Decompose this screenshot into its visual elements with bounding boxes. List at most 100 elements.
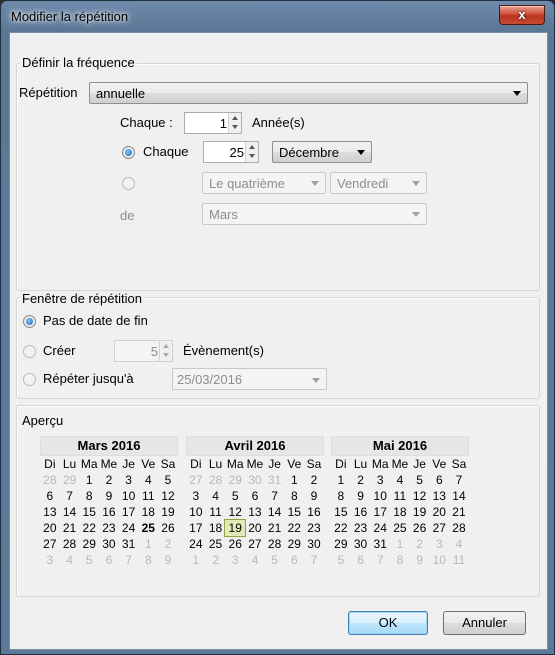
title-bar[interactable]: Modifier la répétition x [1,1,554,33]
calendar-day[interactable]: 6 [40,488,60,504]
calendar-day[interactable]: 30 [245,472,265,488]
calendar-day[interactable]: 21 [265,520,285,536]
stepper-buttons[interactable] [245,142,258,162]
calendar-day[interactable]: 15 [331,504,351,520]
calendar-day[interactable]: 7 [304,552,324,568]
calendar-day[interactable]: 19 [224,519,247,537]
calendar-day[interactable]: 6 [429,472,449,488]
calendar-day[interactable]: 5 [158,472,178,488]
calendar-day[interactable]: 4 [245,552,265,568]
calendar-day[interactable]: 20 [245,520,265,536]
calendar-day[interactable]: 26 [158,520,178,536]
calendar-day[interactable]: 12 [158,488,178,504]
calendar-day[interactable]: 13 [245,504,265,520]
calendar-day[interactable]: 16 [351,504,371,520]
cancel-button[interactable]: Annuler [443,611,526,635]
calendar-day[interactable]: 7 [60,488,80,504]
calendar-day[interactable]: 1 [79,472,99,488]
calendar-day[interactable]: 15 [79,504,99,520]
close-button[interactable]: x [499,5,545,25]
calendar-day[interactable]: 25 [206,536,226,552]
calendar-day[interactable]: 27 [40,536,60,552]
calendar-day[interactable]: 31 [265,472,285,488]
calendar-day[interactable]: 3 [225,552,245,568]
calendar-day[interactable]: 30 [99,536,119,552]
calendar-day[interactable]: 18 [390,504,410,520]
calendar-day[interactable]: 8 [79,488,99,504]
calendar-day[interactable]: 15 [284,504,304,520]
calendar-day[interactable]: 16 [99,504,119,520]
ok-button[interactable]: OK [348,611,428,635]
calendar-day[interactable]: 11 [138,488,158,504]
calendar-day[interactable]: 4 [449,536,469,552]
calendar-day[interactable]: 2 [158,536,178,552]
calendar-day[interactable]: 2 [99,472,119,488]
calendar-day[interactable]: 19 [158,504,178,520]
calendar-day[interactable]: 30 [351,536,371,552]
calendar-day[interactable]: 17 [119,504,139,520]
calendar-day[interactable]: 10 [429,552,449,568]
calendar-day[interactable]: 2 [206,552,226,568]
calendar-day[interactable]: 10 [119,488,139,504]
calendar-day[interactable]: 24 [119,520,139,536]
calendar-day[interactable]: 21 [449,504,469,520]
calendar-day[interactable]: 9 [99,488,119,504]
calendar-day[interactable]: 1 [331,472,351,488]
calendar-day[interactable]: 7 [119,552,139,568]
calendar-day[interactable]: 28 [265,536,285,552]
calendar-day[interactable]: 29 [331,536,351,552]
calendar-day[interactable]: 3 [40,552,60,568]
calendar-day[interactable]: 9 [351,488,371,504]
month-select[interactable]: Décembre [272,141,372,163]
calendar-day[interactable]: 7 [449,472,469,488]
radio-no-end-date[interactable] [23,315,36,328]
radio-repeat-until-label[interactable]: Répéter jusqu'à [43,371,134,386]
calendar-day[interactable]: 2 [304,472,324,488]
stepper-buttons[interactable] [159,341,172,361]
calendar-day[interactable]: 20 [429,504,449,520]
calendar-day[interactable]: 16 [304,504,324,520]
calendar-day[interactable]: 28 [60,536,80,552]
weekday-select[interactable]: Vendredi [330,172,427,194]
calendar-day[interactable]: 17 [370,504,390,520]
calendar-day[interactable]: 4 [138,472,158,488]
day-stepper[interactable]: 25 [203,141,259,163]
calendar-day[interactable]: 22 [284,520,304,536]
radio-create[interactable] [23,345,36,358]
radio-create-label[interactable]: Créer [43,343,76,358]
calendar-day[interactable]: 26 [410,520,430,536]
radio-repeat-until[interactable] [23,373,36,386]
repetition-select[interactable]: annuelle [89,82,528,104]
calendar-day[interactable]: 23 [304,520,324,536]
calendar-day[interactable]: 5 [79,552,99,568]
calendar-day[interactable]: 14 [449,488,469,504]
calendar-day[interactable]: 29 [79,536,99,552]
of-month-select[interactable]: Mars [202,203,427,225]
calendar-day[interactable]: 25 [390,520,410,536]
calendar-day[interactable]: 25 [138,520,158,536]
calendar-day[interactable]: 9 [158,552,178,568]
calendar-day[interactable]: 23 [99,520,119,536]
calendar-day[interactable]: 18 [138,504,158,520]
calendar-day[interactable]: 14 [265,504,285,520]
calendar-day[interactable]: 31 [370,536,390,552]
calendar-day[interactable]: 7 [370,552,390,568]
calendar-day[interactable]: 17 [186,520,206,536]
calendar-day[interactable]: 4 [60,552,80,568]
calendar-day[interactable]: 13 [40,504,60,520]
calendar-day[interactable]: 6 [99,552,119,568]
calendar-day[interactable]: 27 [186,472,206,488]
calendar-day[interactable]: 3 [186,488,206,504]
calendar-day[interactable]: 8 [138,552,158,568]
radio-no-end-date-label[interactable]: Pas de date de fin [43,313,148,328]
calendar-day[interactable]: 29 [60,472,80,488]
calendar-day[interactable]: 28 [40,472,60,488]
calendar-day[interactable]: 10 [186,504,206,520]
calendar-day[interactable]: 28 [449,520,469,536]
ordinal-select[interactable]: Le quatrième [202,172,326,194]
calendar-day[interactable]: 31 [119,536,139,552]
calendar-day[interactable]: 2 [351,472,371,488]
calendar-day[interactable]: 6 [245,488,265,504]
calendar-day[interactable]: 11 [449,552,469,568]
calendar-day[interactable]: 9 [304,488,324,504]
